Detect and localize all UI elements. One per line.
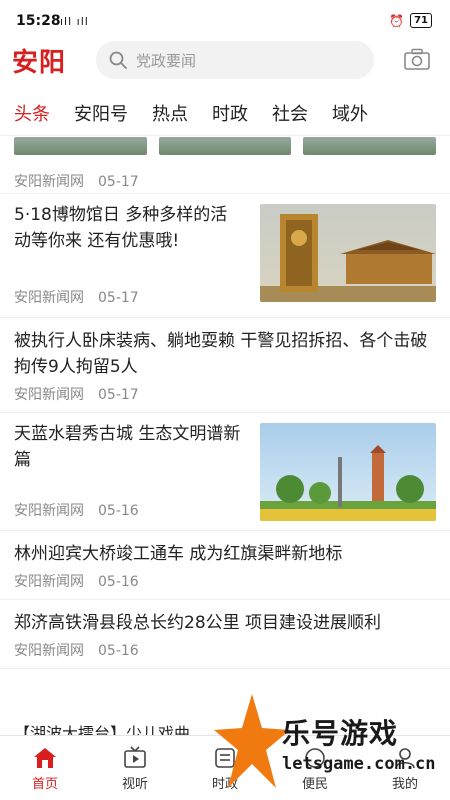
article-date: 05-16 [98,503,139,519]
search-icon [109,51,127,69]
app-logo: 安阳 [12,48,67,78]
list-item[interactable]: 5·18博物馆日 多种多样的活动等你来 还有优惠哦! 安阳新闻网 05-17 [0,194,450,318]
nav-home[interactable]: 首页 [0,736,90,800]
list-item[interactable]: 安阳新闻网 05-17 [0,137,450,194]
article-date: 05-17 [98,387,139,403]
tab-society[interactable]: 社会 [272,100,308,126]
article-meta: 安阳新闻网 05-16 [0,567,450,599]
article-source: 安阳新闻网 [14,387,84,403]
landscape-image [260,423,436,521]
article-date: 05-16 [98,643,139,659]
list-item[interactable]: 林州迎宾大桥竣工通车 成为红旗渠畔新地标 安阳新闻网 05-16 [0,531,450,600]
article-title: 5·18博物馆日 多种多样的活动等你来 还有优惠哦! [14,205,228,251]
article-source: 安阳新闻网 [14,574,84,590]
article-date: 05-16 [98,574,139,590]
article-meta: 安阳新闻网 05-17 [0,287,139,307]
article-date: 05-17 [98,174,139,190]
list-item[interactable]: 郑济高铁滑县段总长约28公里 项目建设进展顺利 安阳新闻网 05-16 [0,600,450,669]
article-meta: 安阳新闻网 05-17 [0,157,450,191]
article-source: 安阳新闻网 [14,290,84,306]
category-tabs: 头条 安阳号 热点 时政 社会 域外 [0,90,450,136]
list-item[interactable]: 天蓝水碧秀古城 生态文明谱新篇 安阳新闻网 05-16 [0,413,450,531]
home-icon [34,747,56,768]
article-source: 安阳新闻网 [14,174,84,190]
tab-politics[interactable]: 时政 [212,100,248,126]
nav-media[interactable]: 视听 [90,736,180,800]
header: 安阳 党政要闻 [0,36,450,86]
thumbnail [158,137,292,155]
image-strip [0,137,450,157]
tab-headline[interactable]: 头条 [14,100,50,126]
star-icon [214,694,290,788]
search-input[interactable]: 党政要闻 [96,41,374,79]
tv-play-icon [124,745,146,768]
status-right: ⏰ 71 [389,13,432,28]
search-placeholder: 党政要闻 [136,51,197,70]
thumbnail [14,137,147,155]
nav-label: 视听 [121,776,148,792]
museum-image [260,204,436,302]
article-source: 安阳新闻网 [14,643,84,659]
article-title: 被执行人卧床装病、躺地耍赖 干警见招拆招、各个击破拘传9人拘留5人 [14,331,428,377]
list-item[interactable]: 被执行人卧床装病、躺地耍赖 干警见招拆招、各个击破拘传9人拘留5人 安阳新闻网 0… [0,318,450,413]
article-title: 天蓝水碧秀古城 生态文明谱新篇 [14,424,241,470]
article-title: 林州迎宾大桥竣工通车 成为红旗渠畔新地标 [14,544,343,564]
battery-icon: 71 [410,13,432,28]
tab-outside[interactable]: 域外 [332,100,368,126]
camera-icon[interactable] [404,48,430,70]
signal-icon: ıll ıll [60,15,89,28]
watermark-text: 乐号游戏 [282,717,399,750]
thumbnail [303,137,437,155]
status-time: 15:28 [16,13,61,29]
alarm-icon: ⏰ [389,13,405,28]
tab-hot[interactable]: 热点 [152,100,188,126]
article-source: 安阳新闻网 [14,503,84,519]
news-feed[interactable]: 安阳新闻网 05-17 5·18博物馆日 多种多样的活动等你来 还有优惠哦! 安阳… [0,137,450,735]
watermark-url: letsgame.com.cn [282,754,436,774]
watermark-logo: 乐号游戏 letsgame.com.cn [212,692,444,796]
article-meta: 安阳新闻网 05-17 [0,380,450,412]
article-meta: 安阳新闻网 05-16 [0,636,450,668]
tab-anyang-hao[interactable]: 安阳号 [74,100,128,126]
article-meta: 安阳新闻网 05-16 [0,500,139,520]
nav-label: 首页 [31,776,58,792]
article-title: 郑济高铁滑县段总长约28公里 项目建设进展顺利 [14,613,382,633]
article-date: 05-17 [98,290,139,306]
